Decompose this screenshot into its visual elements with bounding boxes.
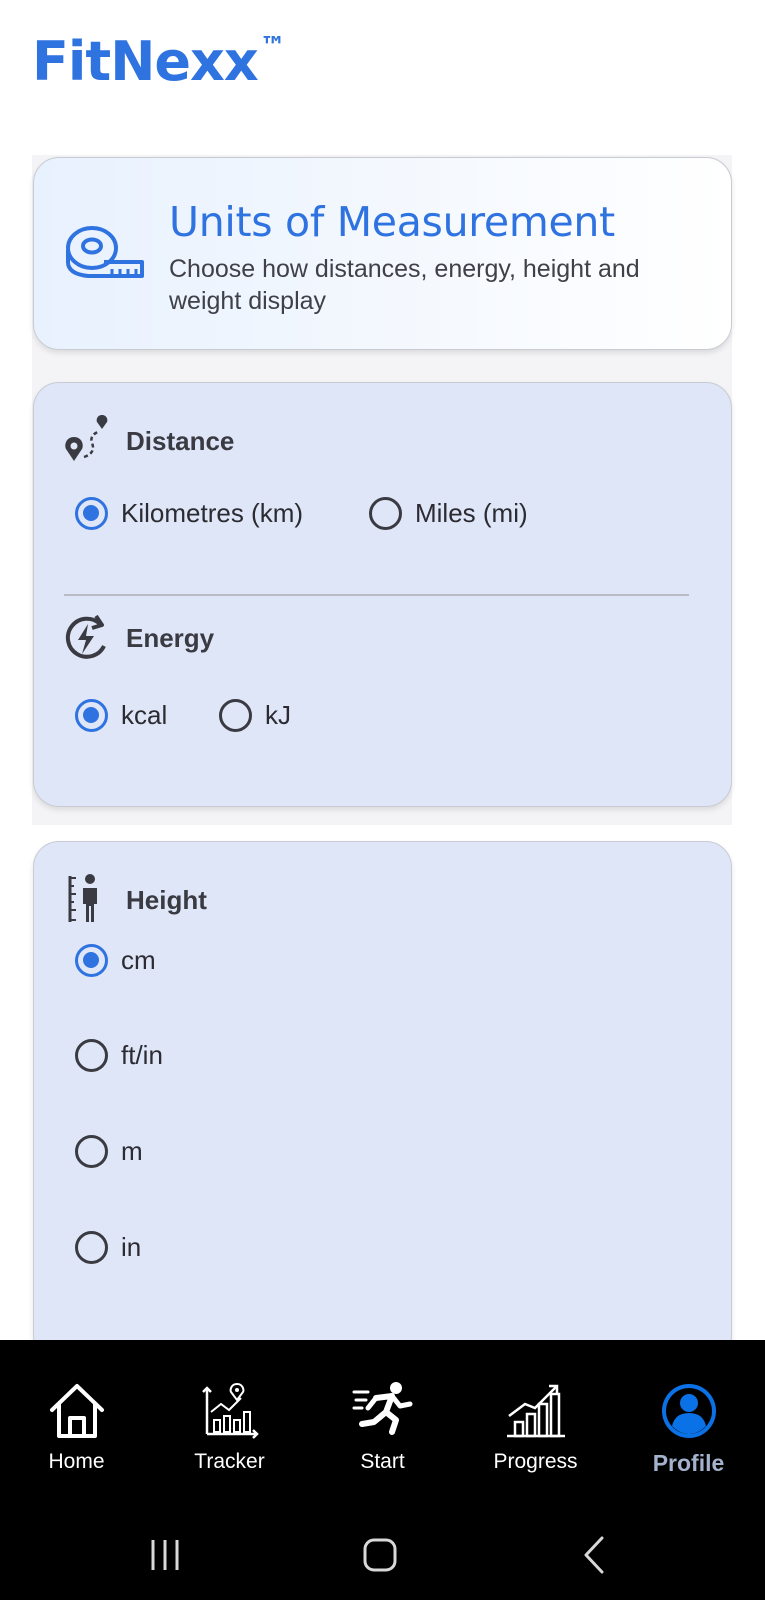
nav-item-tracker[interactable]: Tracker [153, 1340, 306, 1480]
radio-height-in[interactable]: in [75, 1225, 141, 1269]
bar-chart-icon [507, 1384, 565, 1438]
back-icon [584, 1536, 604, 1574]
system-home-button[interactable] [350, 1530, 410, 1580]
brand-name: FitNexx [32, 30, 259, 93]
radio-label: Miles (mi) [415, 497, 528, 528]
nav-label: Start [360, 1450, 405, 1473]
nav-item-home[interactable]: Home [0, 1340, 153, 1480]
home-icon [50, 1384, 104, 1438]
nav-item-profile[interactable]: Profile [612, 1340, 765, 1480]
radio-distance-miles[interactable]: Miles (mi) [369, 491, 528, 535]
back-button[interactable] [566, 1530, 626, 1580]
radio-label: in [121, 1231, 142, 1262]
page-title: Units of Measurement [169, 198, 615, 246]
height-title: Height [126, 885, 207, 915]
radio-unselected-indicator [369, 496, 402, 530]
height-card: Height cm ft/in m in [33, 841, 732, 1340]
radio-unselected-indicator [219, 698, 252, 732]
radio-height-ft-in[interactable]: ft/in [75, 1033, 163, 1077]
nav-label: Tracker [194, 1450, 265, 1473]
units-header-card: Units of Measurement Choose how distance… [33, 157, 732, 350]
radio-energy-kj[interactable]: kJ [219, 693, 291, 737]
radio-selected-indicator [75, 943, 108, 977]
running-person-icon [352, 1382, 413, 1435]
height-ruler-person-icon [68, 874, 97, 922]
settings-scroll-area[interactable]: FitNexx™ Units of Measurement Choose how… [0, 0, 765, 1340]
tracker-chart-icon [202, 1382, 259, 1439]
distance-title: Distance [126, 426, 235, 456]
app-brand-logo: FitNexx™ [32, 30, 286, 93]
trademark-mark: ™ [259, 32, 286, 62]
section-divider [64, 594, 689, 596]
radio-label: kcal [121, 699, 168, 730]
energy-title: Energy [126, 623, 215, 653]
radio-label: m [121, 1135, 143, 1166]
nav-item-start[interactable]: Start [306, 1340, 459, 1480]
radio-energy-kcal[interactable]: kcal [75, 693, 167, 737]
home-button-icon [363, 1538, 397, 1572]
radio-selected-indicator [75, 698, 108, 732]
radio-distance-km[interactable]: Kilometres (km) [75, 491, 303, 535]
nav-item-progress[interactable]: Progress [459, 1340, 612, 1480]
nav-label: Profile [652, 1450, 725, 1476]
radio-label: kJ [265, 699, 291, 730]
energy-cycle-icon [65, 614, 106, 659]
radio-label: ft/in [121, 1039, 163, 1070]
distance-energy-card: Distance Kilometres (km) Miles (mi) Ener… [33, 382, 732, 807]
recent-apps-button[interactable] [136, 1530, 196, 1580]
radio-unselected-indicator [75, 1230, 108, 1264]
nav-label: Home [48, 1450, 105, 1473]
radio-unselected-indicator [75, 1134, 108, 1168]
measuring-tape-icon [66, 226, 144, 278]
page-subtitle: Choose how distances, energy, height and… [169, 255, 640, 315]
route-pin-icon [65, 415, 108, 461]
nav-label: Progress [493, 1450, 578, 1473]
recent-apps-icon [151, 1540, 179, 1570]
radio-height-cm[interactable]: cm [75, 938, 156, 982]
radio-label: cm [121, 944, 156, 975]
profile-icon [662, 1384, 716, 1438]
radio-height-m[interactable]: m [75, 1129, 143, 1173]
radio-unselected-indicator [75, 1038, 108, 1072]
radio-label: Kilometres (km) [121, 497, 304, 528]
radio-selected-indicator [75, 496, 108, 530]
